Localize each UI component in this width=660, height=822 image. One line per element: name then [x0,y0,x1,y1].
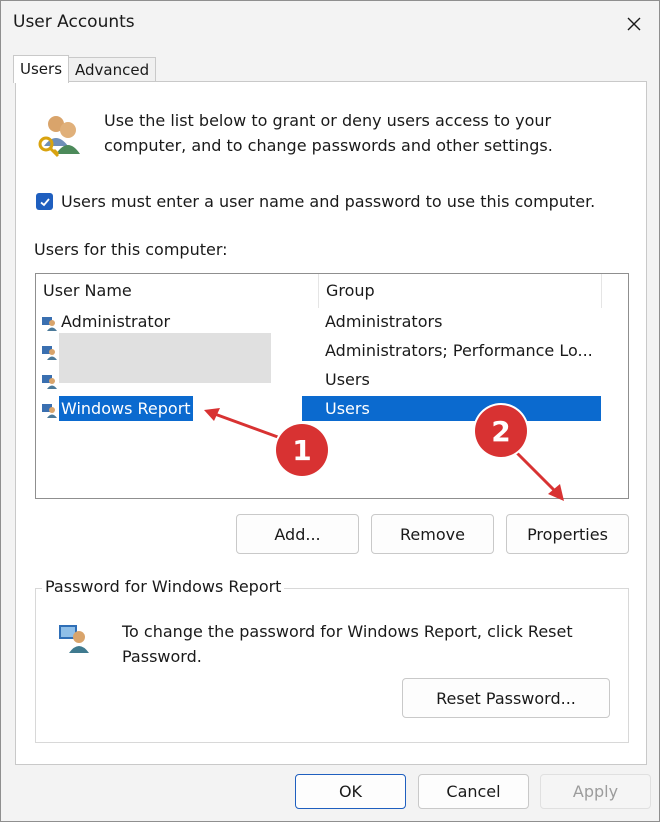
title-bar: User Accounts [1,1,659,47]
user-icon [42,346,57,360]
users-list-label: Users for this computer: [34,240,228,259]
checkmark-icon [39,197,50,206]
apply-button[interactable]: Apply [540,774,651,809]
user-accounts-dialog: User Accounts Users Advanced Use the lis… [0,0,660,822]
group-cell: Administrators [325,312,443,331]
group-cell: Administrators; Performance Lo... [325,341,593,360]
annotation-badge-2: 2 [475,405,527,457]
ok-button[interactable]: OK [295,774,406,809]
password-group-title: Password for Windows Report [42,577,285,596]
cancel-button[interactable]: Cancel [418,774,529,809]
user-icon [42,317,57,331]
column-header-user-name[interactable]: User Name [36,274,319,308]
add-button[interactable]: Add... [236,514,359,554]
annotation-badge-1: 1 [276,424,328,476]
user-icon [42,404,57,418]
password-groupbox: Password for Windows Report To change th… [35,577,629,743]
users-list[interactable]: User Name Group Administrator Administra… [35,273,629,499]
user-icon [59,625,89,653]
user-name-cell: Windows Report [59,396,193,421]
user-icon [42,375,57,389]
remove-button[interactable]: Remove [371,514,494,554]
tab-advanced[interactable]: Advanced [68,57,157,82]
description-text: Use the list below to grant or deny user… [104,111,553,155]
require-password-checkbox[interactable] [36,193,53,210]
group-cell: Users [325,370,370,389]
user-name-cell: Administrator [61,312,171,331]
column-header-group[interactable]: Group [319,274,602,308]
password-instructions: To change the password for Windows Repor… [122,622,573,666]
table-row[interactable]: Users [36,367,601,396]
group-cell: Users [325,399,370,418]
tab-users[interactable]: Users [13,55,70,83]
close-icon [627,17,641,31]
require-password-label: Users must enter a user name and passwor… [61,192,596,211]
properties-button[interactable]: Properties [506,514,629,554]
users-group-icon [38,116,80,158]
window-title: User Accounts [13,12,135,32]
close-button[interactable] [619,9,649,39]
list-header: User Name Group [36,274,628,308]
users-tab-panel: Use the list below to grant or deny user… [15,81,647,765]
table-row[interactable]: Administrators; Performance Lo... [36,333,601,383]
require-password-row[interactable]: Users must enter a user name and passwor… [36,192,595,211]
reset-password-button[interactable]: Reset Password... [402,678,610,718]
